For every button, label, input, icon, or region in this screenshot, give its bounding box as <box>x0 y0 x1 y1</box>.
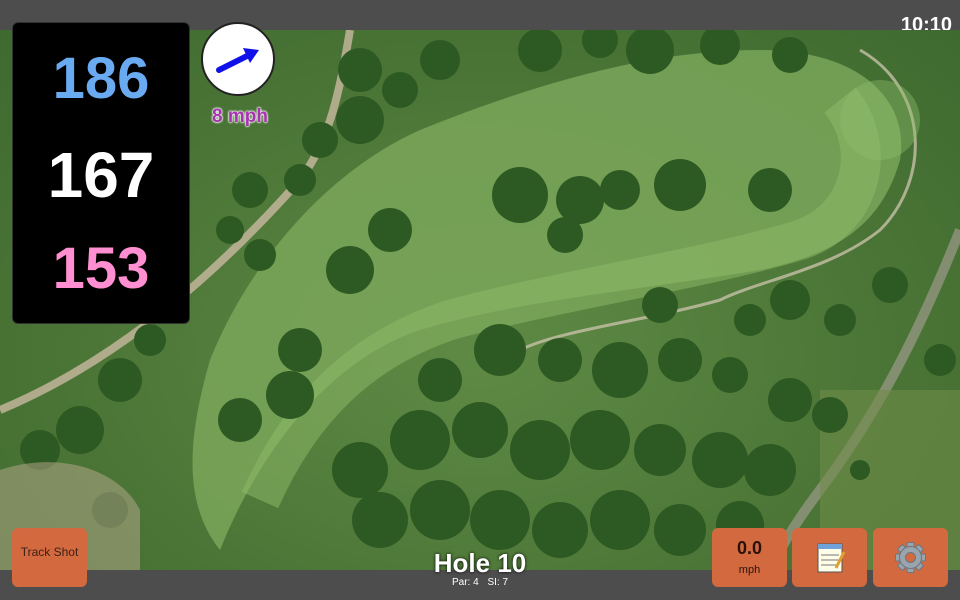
middle-distance: 167 <box>47 139 155 211</box>
hole-si: SI: 7 <box>487 577 509 588</box>
notepad-icon <box>817 543 846 573</box>
front-distance: 153 <box>52 236 150 301</box>
back-distance: 186 <box>52 46 150 111</box>
wind-indicator <box>201 22 275 96</box>
track-shot-label: Track Shot <box>20 545 79 559</box>
hole-title: Hole 10 <box>433 548 527 578</box>
speed-unit: mph <box>738 564 761 576</box>
notes-button[interactable] <box>792 528 867 587</box>
settings-button[interactable] <box>873 528 948 587</box>
distance-panel: 186 167 153 <box>12 22 190 324</box>
wind-speed: 8 mph <box>212 106 268 127</box>
hole-par: Par: 4 <box>451 577 479 588</box>
gear-icon <box>895 542 926 573</box>
hole-meta: Par: 4 SI: 7 <box>380 577 580 588</box>
speed-button[interactable]: 0.0 mph <box>712 528 787 587</box>
speed-value: 0.0 <box>736 538 763 558</box>
track-shot-button[interactable]: Track Shot <box>12 528 87 587</box>
arrow-right-icon <box>216 48 259 73</box>
